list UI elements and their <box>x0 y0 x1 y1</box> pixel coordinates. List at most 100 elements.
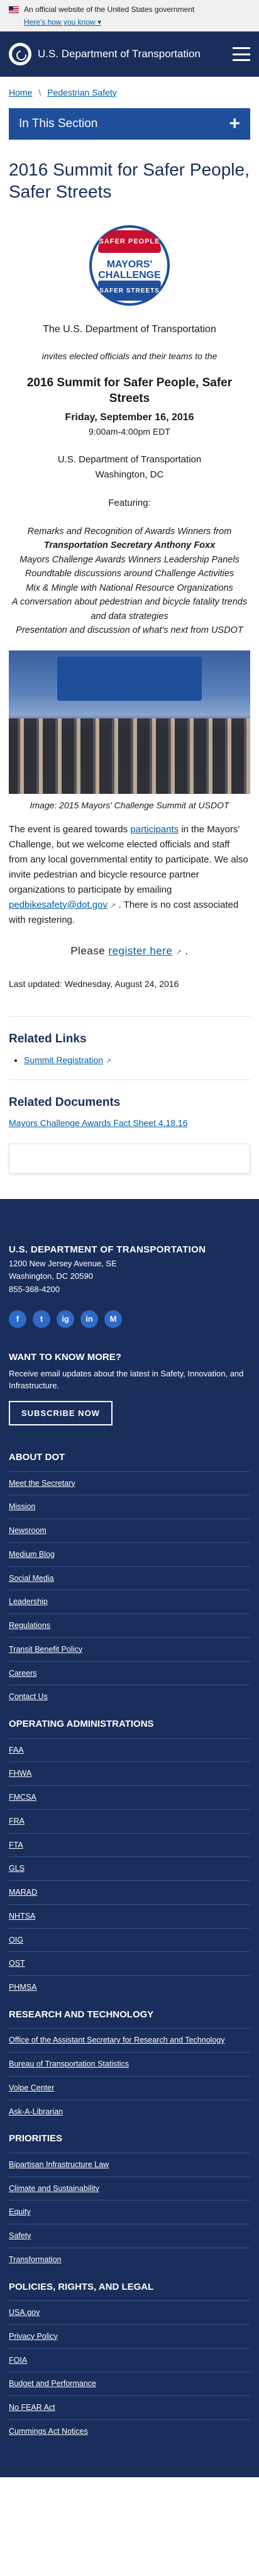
footer-list-item: Medium Blog <box>9 1542 250 1566</box>
footer-link[interactable]: NHTSA <box>9 1912 35 1921</box>
footer-link[interactable]: Volpe Center <box>9 2083 54 2092</box>
footer-link[interactable]: Equity <box>9 2207 31 2216</box>
footer-list-item: Regulations <box>9 1614 250 1637</box>
medium-icon[interactable]: M <box>104 1310 122 1329</box>
footer-list-item: Contact Us <box>9 1685 250 1709</box>
footer-link[interactable]: Leadership <box>9 1597 48 1606</box>
linkedin-icon[interactable]: in <box>80 1310 98 1329</box>
footer-link[interactable]: Office of the Assistant Secretary for Re… <box>9 2036 224 2044</box>
related-links-list: Summit Registration ↗ <box>0 1054 259 1067</box>
footer-section: PRIORITIES Bipartisan Infrastructure Law C… <box>9 2132 250 2271</box>
hamburger-menu-icon[interactable] <box>233 47 250 61</box>
footer-list-item: Climate and Sustainability <box>9 2176 250 2200</box>
footer-list-item: Office of the Assistant Secretary for Re… <box>9 2028 250 2052</box>
footer-sections: ABOUT DOT Meet the Secretary Mission Newsro… <box>9 1451 250 2443</box>
footer-address: 1200 New Jersey Avenue, SE Washington, D… <box>9 1258 117 1295</box>
site-name-link[interactable]: U.S. Department of Transportation <box>38 46 233 62</box>
email-link[interactable]: pedbikesafety@dot.gov <box>9 900 107 910</box>
section-bar-label: In This Section <box>19 116 98 130</box>
footer-link[interactable]: OST <box>9 1959 25 1968</box>
footer-link[interactable]: Newsroom <box>9 1526 47 1535</box>
social-links: f t ig in M <box>9 1310 250 1329</box>
twitter-icon[interactable]: t <box>33 1310 50 1329</box>
event-details: SAFER PEOPLE MAYORS' CHALLENGE SAFER STR… <box>0 213 259 638</box>
footer-list-item: MARAD <box>9 1880 250 1904</box>
footer-link[interactable]: Budget and Performance <box>9 2379 96 2388</box>
footer-list-item: No FEAR Act <box>9 2395 250 2419</box>
footer-link[interactable]: Bipartisan Infrastructure Law <box>9 2160 109 2169</box>
breadcrumb-home[interactable]: Home <box>9 86 32 99</box>
footer-link[interactable]: Climate and Sustainability <box>9 2184 99 2193</box>
participants-link[interactable]: participants <box>130 824 179 835</box>
plus-icon: + <box>229 113 240 134</box>
footer-link[interactable]: Bureau of Transportation Statistics <box>9 2060 129 2068</box>
dot-seal-logo[interactable] <box>9 43 31 65</box>
footer-list-item: Mission <box>9 1495 250 1519</box>
footer-link[interactable]: Cummings Act Notices <box>9 2427 88 2436</box>
event-description: The event is geared towards participants… <box>9 823 248 925</box>
event-time: 9:00am-4:00pm EDT <box>89 427 170 437</box>
footer-link[interactable]: OIG <box>9 1936 23 1944</box>
footer-link[interactable]: USA.gov <box>9 2308 40 2317</box>
footer-section-heading: ABOUT DOT <box>9 1452 65 1463</box>
facebook-icon[interactable]: f <box>9 1310 26 1329</box>
feature-item: A conversation about pedestrian and bicy… <box>11 597 248 622</box>
list-item: Summit Registration ↗ <box>24 1054 250 1067</box>
footer-link[interactable]: GLS <box>9 1864 25 1873</box>
footer-list-item: OST <box>9 1951 250 1975</box>
us-flag-icon <box>9 6 19 13</box>
footer-link[interactable]: FHWA <box>9 1769 31 1778</box>
in-this-section-toggle[interactable]: In This Section + <box>9 108 250 140</box>
footer-link[interactable]: MARAD <box>9 1888 37 1897</box>
footer-link[interactable]: Transformation <box>9 2255 62 2264</box>
footer-section-heading: RESEARCH AND TECHNOLOGY <box>9 2009 154 2020</box>
invites-text: invites elected officials and their team… <box>41 351 218 361</box>
register-here-link[interactable]: register here <box>108 945 172 957</box>
footer-section: ABOUT DOT Meet the Secretary Mission Newsro… <box>9 1451 250 1709</box>
subscribe-button[interactable]: SUBSCRIBE NOW <box>9 1400 113 1426</box>
footer-link[interactable]: FTA <box>9 1841 23 1849</box>
footer-link[interactable]: Social Media <box>9 1574 54 1583</box>
footer-link[interactable]: FRA <box>9 1817 25 1826</box>
instagram-icon[interactable]: ig <box>57 1310 74 1329</box>
footer-link[interactable]: No FEAR Act <box>9 2403 55 2412</box>
footer-link[interactable]: FAA <box>9 1746 24 1754</box>
summit-registration-link[interactable]: Summit Registration <box>24 1055 103 1065</box>
footer-section-heading: OPERATING ADMINISTRATIONS <box>9 1719 154 1730</box>
fact-sheet-link[interactable]: Mayors Challenge Awards Fact Sheet 4.18.… <box>0 1117 259 1130</box>
feature-item: Presentation and discussion of what's ne… <box>16 625 243 636</box>
footer-list-item: GLS <box>9 1856 250 1880</box>
footer-link[interactable]: Ask-A-Librarian <box>9 2107 63 2116</box>
footer-link[interactable]: Contact Us <box>9 1692 48 1701</box>
footer-link[interactable]: Safety <box>9 2231 31 2240</box>
footer-link[interactable]: Regulations <box>9 1621 50 1630</box>
want-to-know-text: Receive email updates about the latest i… <box>9 1368 244 1391</box>
feature-item: Mayors Challenge Awards Winners Leadersh… <box>19 554 240 565</box>
page-title: 2016 Summit for Safer People, Safer Stre… <box>9 160 250 201</box>
footer-link[interactable]: Transit Benefit Policy <box>9 1645 82 1654</box>
want-to-know-heading: WANT TO KNOW MORE? <box>9 1352 121 1363</box>
footer-list-item: Social Media <box>9 1566 250 1590</box>
footer-link[interactable]: FOIA <box>9 2356 27 2365</box>
breadcrumb-pedestrian-safety[interactable]: Pedestrian Safety <box>47 86 117 99</box>
footer-link[interactable]: Careers <box>9 1669 36 1678</box>
footer-list-item: Budget and Performance <box>9 2372 250 2395</box>
footer-link[interactable]: Mission <box>9 1502 35 1511</box>
footer-link[interactable]: Privacy Policy <box>9 2332 58 2341</box>
footer-link[interactable]: Medium Blog <box>9 1550 55 1559</box>
heres-how-you-know-link[interactable]: Here's how you know ▾ <box>24 16 101 28</box>
footer-list-item: NHTSA <box>9 1904 250 1928</box>
footer-link[interactable]: PHMSA <box>9 1983 36 1992</box>
footer-link[interactable]: FMCSA <box>9 1793 36 1802</box>
footer-list-item: Careers <box>9 1661 250 1685</box>
featuring-label: Featuring: <box>108 498 151 509</box>
footer-section: OPERATING ADMINISTRATIONS FAA FHWA FMCSA FRA… <box>9 1717 250 1999</box>
footer-list-item: FRA <box>9 1809 250 1833</box>
footer-list-item: Meet the Secretary <box>9 1471 250 1495</box>
footer-link[interactable]: Meet the Secretary <box>9 1479 75 1488</box>
feature-item: Mix & Mingle with National Resource Orga… <box>26 583 233 593</box>
footer-list-item: USA.gov <box>9 2300 250 2324</box>
footer-list-item: PHMSA <box>9 1975 250 1999</box>
external-link-icon: ↗ <box>175 948 182 956</box>
footer-list-item: FTA <box>9 1832 250 1857</box>
